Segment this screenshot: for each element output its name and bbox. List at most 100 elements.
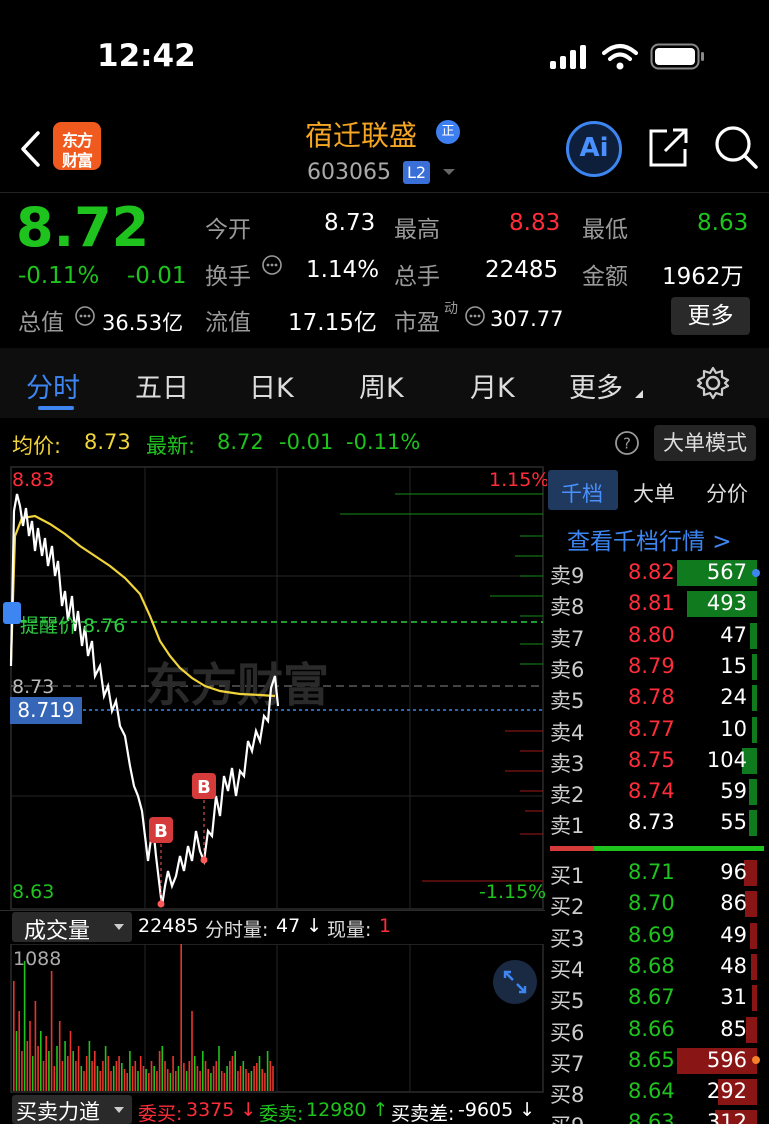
bid-ask-ratio-red	[550, 846, 594, 851]
bid-volume-bar	[746, 1016, 757, 1043]
help-icon[interactable]: ?	[614, 430, 640, 456]
force-indicator-label: 买卖力道	[16, 1100, 100, 1124]
bid-level-price: 8.63	[628, 1110, 675, 1124]
volume-bar	[218, 1046, 220, 1091]
tab-five-day[interactable]: 五日	[135, 366, 189, 405]
volume-bar	[15, 1031, 18, 1091]
ask-level-label: 卖1	[550, 814, 585, 839]
bid-volume-bar	[750, 922, 757, 949]
bid-level-row[interactable]: 买6 8.66 85	[548, 1015, 769, 1046]
ask-level-row[interactable]: 卖3 8.75 104	[548, 746, 769, 777]
ask-level-row[interactable]: 卖1 8.73 55	[548, 808, 769, 839]
volume-indicator-select[interactable]: 成交量	[12, 912, 132, 944]
bid-level-row[interactable]: 买9 8.63 312	[548, 1108, 769, 1124]
tab-monthly-k[interactable]: 月K	[470, 366, 515, 405]
ask-level-row[interactable]: 卖6 8.79 15	[548, 652, 769, 683]
avg-value: 8.73	[84, 430, 131, 454]
ask-level-row[interactable]: 卖2 8.74 59	[548, 777, 769, 808]
tab-weekly-k[interactable]: 周K	[359, 366, 404, 405]
alert-price-label[interactable]: 提醒价 8.76	[20, 611, 125, 638]
app-logo: 东方 财富	[53, 122, 101, 170]
book-tab-price-dist[interactable]: 分价	[706, 478, 748, 508]
tab-intraday[interactable]: 分时	[26, 366, 80, 405]
high-value: 8.83	[509, 210, 561, 236]
bid-volume-bar	[752, 985, 757, 1012]
volume-bar	[202, 1051, 204, 1091]
bid-level-volume: 596	[706, 1047, 747, 1072]
volume-bar	[164, 1061, 166, 1091]
back-icon[interactable]	[18, 130, 44, 168]
share-icon[interactable]	[645, 125, 691, 171]
bid-level-row[interactable]: 买5 8.67 31	[548, 983, 769, 1014]
volume-bar	[204, 1061, 207, 1091]
wifi-icon	[602, 44, 638, 70]
intraday-chart: 东方财富 B B	[3, 466, 544, 910]
ask-level-row[interactable]: 卖7 8.80 47	[548, 621, 769, 652]
dropdown-icon[interactable]	[442, 168, 456, 178]
volume-bar	[126, 1073, 128, 1091]
volume-bar	[145, 1069, 147, 1091]
book-tab-depth[interactable]: 千档	[561, 478, 603, 508]
ask-level-row[interactable]: 卖9 8.82 567	[548, 558, 769, 589]
volume-bar	[56, 1046, 58, 1091]
settings-gear-icon[interactable]	[695, 365, 731, 401]
more-button[interactable]: 更多	[671, 297, 750, 335]
ask-level-label: 卖8	[550, 595, 585, 620]
ask-level-price: 8.80	[628, 622, 675, 647]
big-order-mode-button[interactable]: 大单模式	[654, 425, 756, 461]
ask-level-volume: 24	[720, 685, 747, 710]
volume-bar	[142, 1066, 145, 1091]
buy-marker-label: B	[154, 821, 168, 842]
prev-close-label: 8.73	[12, 676, 55, 698]
level2-badge[interactable]: L2	[403, 161, 430, 184]
volume-bar	[150, 1061, 153, 1091]
info-icon[interactable]	[464, 305, 486, 327]
info-icon[interactable]	[261, 254, 283, 276]
ask-level-row[interactable]: 卖4 8.77 10	[548, 715, 769, 746]
volume-bar	[210, 1073, 212, 1091]
info-icon[interactable]	[74, 305, 96, 327]
volume-bar	[115, 1061, 118, 1091]
volume-bar	[188, 1061, 191, 1091]
volume-bar	[23, 961, 26, 1091]
buy-marker-label: B	[197, 777, 211, 798]
volume-bar	[121, 1063, 123, 1091]
force-indicator-select[interactable]: 买卖力道	[12, 1095, 132, 1124]
ai-button[interactable]: Ai	[566, 121, 622, 177]
bid-level-row[interactable]: 买3 8.69 49	[548, 921, 769, 952]
last-label: 最新:	[146, 434, 196, 458]
float-value: 17.15亿	[288, 310, 377, 336]
volume-bar	[80, 1066, 83, 1091]
bid-level-volume: 292	[706, 1079, 747, 1104]
tab-daily-k[interactable]: 日K	[249, 366, 294, 405]
volume-bar	[29, 1021, 31, 1091]
book-tab-big-orders[interactable]: 大单	[633, 478, 675, 508]
bid-level-row[interactable]: 买8 8.64 292	[548, 1077, 769, 1108]
active-tab-indicator	[38, 406, 74, 410]
bid-level-row[interactable]: 买7 8.65 596	[548, 1046, 769, 1077]
ask-level-price: 8.75	[628, 747, 675, 772]
bid-level-row[interactable]: 买4 8.68 48	[548, 952, 769, 983]
view-depth-link[interactable]: 查看千档行情 >	[567, 522, 732, 556]
open-label: 今开	[205, 217, 251, 243]
avg-label: 均价:	[12, 434, 62, 458]
bid-level-price: 8.67	[628, 985, 675, 1010]
bid-level-price: 8.66	[628, 1016, 675, 1041]
search-icon[interactable]	[713, 124, 759, 172]
tab-more[interactable]: 更多	[569, 366, 623, 405]
marker-dot	[752, 1056, 760, 1064]
alert-marker[interactable]	[3, 602, 21, 624]
bid-level-row[interactable]: 买1 8.71 96	[548, 858, 769, 889]
ask-level-row[interactable]: 卖5 8.78 24	[548, 683, 769, 714]
volume-bar	[131, 1066, 134, 1091]
volume-bar	[185, 1071, 188, 1091]
stock-name: 宿迁联盛	[305, 119, 418, 152]
bid-level-label: 买4	[550, 957, 585, 982]
volume-bar	[223, 1073, 226, 1091]
expand-button[interactable]	[493, 960, 537, 1004]
bid-level-row[interactable]: 买2 8.70 86	[548, 889, 769, 920]
volume-bar	[212, 1066, 215, 1091]
bid-level-label: 买1	[550, 864, 585, 888]
volume-bar	[175, 1071, 177, 1091]
ask-level-row[interactable]: 卖8 8.81 493	[548, 589, 769, 620]
